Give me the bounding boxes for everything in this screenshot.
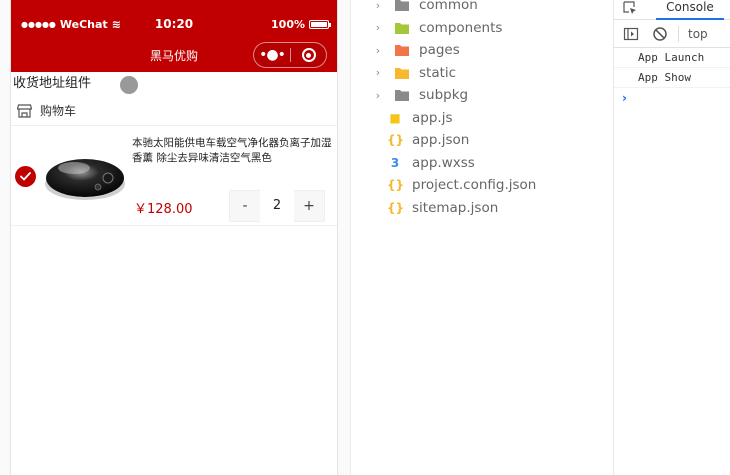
- tree-item-label: app.json: [412, 132, 470, 148]
- folder-icon: [395, 0, 409, 11]
- folder-icon: [395, 90, 409, 101]
- tree-item-label: subpkg: [419, 87, 469, 103]
- tree-file[interactable]: {} project.config.json: [351, 174, 536, 196]
- decrease-button[interactable]: -: [230, 191, 260, 221]
- tab-console[interactable]: Console: [656, 0, 724, 20]
- tree-file[interactable]: ■ app.js: [351, 107, 453, 129]
- cart-goods-item[interactable]: 本驰太阳能供电车载空气净化器负离子加湿香薰 除尘去异味清洁空气黑色 ￥128.0…: [11, 126, 337, 226]
- file-explorer: › common › components › pages › static › subpkg ■ a…: [350, 0, 613, 475]
- item-checkbox[interactable]: [15, 166, 36, 187]
- devtools-tab-bar: Console: [614, 0, 730, 20]
- phone-simulator: ●●●●● WeChat ≋ 10:20 100% 黑马优购 •●• 收货地址组…: [10, 0, 338, 475]
- tree-file[interactable]: {} app.json: [351, 129, 469, 151]
- tree-item-label: common: [419, 0, 478, 13]
- chevron-right-icon[interactable]: ›: [371, 21, 385, 34]
- close-circle-icon: [301, 48, 316, 62]
- cart-title: 购物车: [40, 104, 77, 118]
- console-prompt-icon[interactable]: ›: [614, 88, 730, 108]
- status-bar-right: 100%: [271, 18, 331, 31]
- close-button[interactable]: [291, 48, 326, 62]
- shop-icon: [17, 103, 32, 118]
- battery-percent: 100%: [271, 18, 305, 31]
- more-menu-button[interactable]: •●•: [254, 42, 290, 68]
- json-icon: {}: [387, 200, 405, 215]
- tree-item-label: components: [419, 19, 503, 36]
- chevron-right-icon[interactable]: ›: [371, 44, 385, 57]
- goods-price: ￥128.00: [134, 202, 193, 217]
- nav-bar: 黑马优购 •●•: [11, 38, 337, 72]
- tree-folder[interactable]: › pages: [351, 39, 460, 61]
- context-selector[interactable]: top: [688, 27, 708, 41]
- folder-icon: [395, 45, 409, 56]
- show-sidebar-icon[interactable]: [623, 26, 639, 42]
- increase-button[interactable]: +: [294, 191, 324, 221]
- js-icon: ■: [389, 110, 401, 125]
- tree-item-label: pages: [419, 42, 460, 58]
- goods-name: 本驰太阳能供电车载空气净化器负离子加湿香薰 除尘去异味清洁空气黑色: [132, 137, 332, 164]
- tree-item-label: app.js: [412, 109, 453, 126]
- tree-item-label: app.wxss: [412, 154, 475, 171]
- address-component-label: 收货地址组件: [13, 76, 92, 91]
- battery-icon: [309, 20, 331, 29]
- console-toolbar: top: [614, 20, 730, 48]
- checkmark-icon: [20, 172, 31, 181]
- address-component[interactable]: 收货地址组件: [11, 72, 337, 96]
- console-log-line: App Launch: [614, 48, 730, 68]
- tree-folder[interactable]: › subpkg: [351, 84, 468, 106]
- json-icon: {}: [387, 133, 405, 147]
- tree-folder[interactable]: › common: [351, 0, 478, 16]
- mini-program-capsule: •●•: [253, 42, 327, 68]
- goods-image[interactable]: [44, 148, 126, 204]
- folder-icon: [395, 22, 409, 34]
- touch-cursor-icon: [120, 76, 138, 94]
- chevron-right-icon[interactable]: ›: [371, 66, 385, 79]
- console-output: App Launch App Show ›: [614, 48, 730, 108]
- devtools-console: Console top App Launch App Show ›: [613, 0, 730, 475]
- json-icon: {}: [387, 178, 405, 192]
- tree-folder[interactable]: › components: [351, 17, 503, 39]
- toolbar-divider: [678, 26, 679, 42]
- tree-item-label: static: [419, 64, 457, 81]
- console-log-line: App Show: [614, 68, 730, 88]
- folder-icon: [395, 67, 409, 79]
- quantity-stepper: - 2 +: [229, 190, 325, 222]
- tree-file[interactable]: {} sitemap.json: [351, 197, 498, 219]
- screen: ●●●●● WeChat ≋ 10:20 100% 黑马优购 •●• 收货地址组…: [0, 0, 730, 475]
- chevron-right-icon[interactable]: ›: [371, 0, 385, 12]
- status-bar: ●●●●● WeChat ≋ 10:20 100%: [11, 0, 337, 38]
- chevron-right-icon[interactable]: ›: [371, 89, 385, 102]
- css-icon: 3: [390, 155, 400, 170]
- quantity-input[interactable]: 2: [260, 190, 294, 222]
- tree-item-label: sitemap.json: [412, 199, 499, 216]
- tree-file[interactable]: 3 app.wxss: [351, 152, 475, 174]
- tree-folder[interactable]: › static: [351, 62, 456, 84]
- cart-title-bar: 购物车: [11, 96, 337, 126]
- inspect-element-icon[interactable]: [622, 0, 640, 18]
- tree-item-label: project.config.json: [412, 177, 537, 193]
- clear-console-icon[interactable]: [652, 26, 668, 42]
